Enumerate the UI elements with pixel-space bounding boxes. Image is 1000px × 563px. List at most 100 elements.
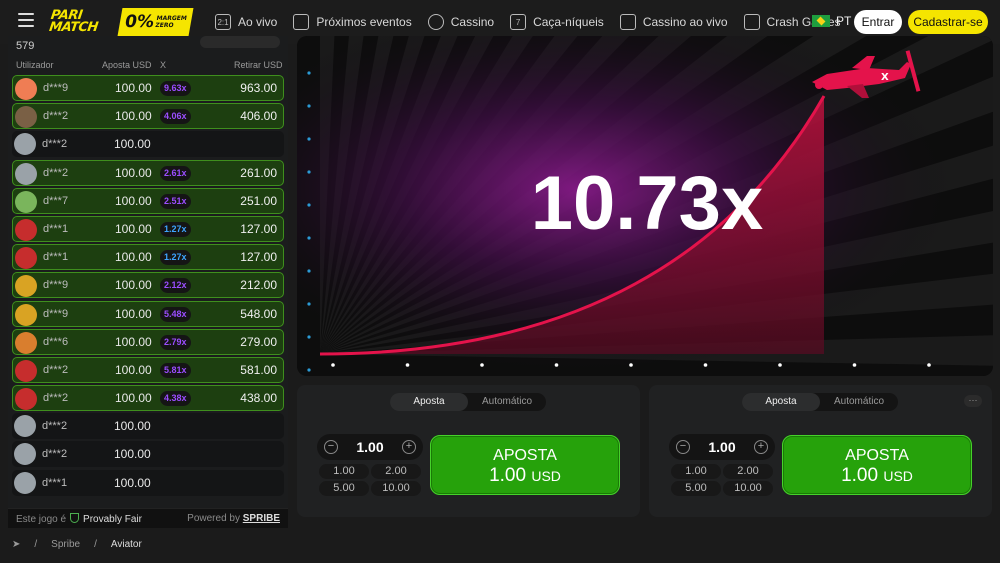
nav-label: Próximos eventos <box>316 15 412 29</box>
place-bet-button[interactable]: APOSTA 1.00 USD <box>430 435 620 495</box>
parimatch-logo[interactable]: PARI MATCH 0% MARGEM ZERO <box>48 8 194 36</box>
tab-auto[interactable]: Automático <box>820 393 898 411</box>
bet-amount: 100.00 <box>115 334 152 349</box>
avatar <box>15 275 37 298</box>
live-icon: 2:1 <box>215 14 231 30</box>
avatar <box>15 331 37 354</box>
bet-amount: 100.00 <box>115 221 152 236</box>
cashout-multiplier: 4.06x <box>160 109 191 125</box>
quick-amount-button[interactable]: 1.00 <box>671 464 721 479</box>
bet-amount: 100.00 <box>114 419 151 434</box>
bets-list-panel: 579 Utilizador Aposta USD X Retirar USD … <box>8 36 288 528</box>
avatar <box>15 162 37 185</box>
register-button[interactable]: Cadastrar-se <box>908 10 988 34</box>
breadcrumb: ➤ / Spribe / Aviator <box>12 539 156 550</box>
bet-row: d***1 100.00 1.27x 127.00 <box>12 244 284 271</box>
cashout-amount: 963.00 <box>240 81 277 95</box>
bet-button-value: 1.00 <box>841 465 879 486</box>
bets-filter-toggle[interactable] <box>200 36 280 48</box>
user-name: d***1 <box>43 222 69 235</box>
language-code: PT <box>836 14 852 28</box>
quick-amount-button[interactable]: 2.00 <box>723 464 773 479</box>
x-axis-dot <box>778 363 782 367</box>
quick-amount-button[interactable]: 5.00 <box>671 481 721 496</box>
cashout-multiplier: 2.79x <box>160 334 191 350</box>
x-axis-dot <box>405 363 410 367</box>
bets-rows: d***9 100.00 9.63x 963.00 d***2 100.00 4.06x 40… <box>12 75 284 498</box>
paper-plane-icon[interactable]: ➤ <box>12 539 20 550</box>
brazil-flag-icon <box>812 15 830 27</box>
breadcrumb-spribe[interactable]: Spribe <box>51 539 80 550</box>
quick-amount-button[interactable]: 1.00 <box>319 464 369 479</box>
x-axis-dot <box>331 363 335 367</box>
zero-margin-badge: 0% MARGEM ZERO <box>117 8 194 36</box>
nav-label: Cassino ao vivo <box>642 15 728 29</box>
bet-panel-2: Aposta Automático ··· − 1.00 + 1.00 2.00… <box>649 385 992 517</box>
nav-item-2[interactable]: Cassino <box>427 14 494 30</box>
tab-auto[interactable]: Automático <box>468 393 546 411</box>
badge-percent: 0% <box>123 12 156 32</box>
cashout-amount: 406.00 <box>240 109 277 124</box>
x-axis-dot <box>629 363 633 367</box>
bet-row: d***2 100.00 5.81x 581.00 <box>12 356 284 383</box>
menu-icon[interactable] <box>18 13 34 29</box>
place-bet-amount: 1.00 USD <box>783 465 971 487</box>
y-axis-dot <box>307 335 311 339</box>
plus-icon[interactable]: + <box>754 440 768 454</box>
tab-bet[interactable]: Aposta <box>742 393 820 411</box>
avatar <box>15 78 37 100</box>
y-axis-dot <box>307 71 311 75</box>
tab-bet[interactable]: Aposta <box>390 393 468 411</box>
bet-row: d***9 100.00 2.12x 212.00 <box>12 272 284 299</box>
bet-amount: 100.00 <box>115 306 152 321</box>
powered-by: Powered by SPRIBE <box>187 513 280 524</box>
nav-item-4[interactable]: Cassino ao vivo <box>619 14 728 30</box>
language-selector[interactable]: PT <box>812 14 851 28</box>
cashout-amount: 212.00 <box>240 278 277 293</box>
shield-icon <box>70 513 80 523</box>
y-axis-dot <box>307 203 311 207</box>
cashout-amount: 261.00 <box>240 165 277 180</box>
place-bet-button[interactable]: APOSTA 1.00 USD <box>782 435 972 495</box>
user-name: d***6 <box>43 335 69 348</box>
nav-label: Ao vivo <box>238 15 278 29</box>
y-axis-dot <box>307 368 311 372</box>
user-name: d***1 <box>43 251 69 264</box>
user-name: d***9 <box>43 279 69 292</box>
provably-fair-link[interactable]: Este jogo é Provably Fair <box>16 513 142 525</box>
casino-chip-icon <box>427 14 444 30</box>
quick-amount-button[interactable]: 10.00 <box>371 481 421 496</box>
user-name: d***2 <box>42 420 68 433</box>
bet-row: d***9 100.00 9.63x 963.00 <box>12 75 284 101</box>
quick-amount-button[interactable]: 10.00 <box>723 481 773 496</box>
bet-button-value: 1.00 <box>489 465 527 486</box>
cashout-amount: 127.00 <box>240 221 277 236</box>
bet-row: d***9 100.00 5.48x 548.00 <box>12 300 284 327</box>
spribe-logo: SPRIBE <box>242 513 280 524</box>
bet-amount: 100.00 <box>115 193 152 208</box>
nav-item-0[interactable]: 2:1 Ao vivo <box>215 14 277 30</box>
avatar <box>15 190 37 213</box>
user-name: d***9 <box>43 307 69 320</box>
bet-amount-stepper: − 1.00 + <box>669 434 775 460</box>
cashout-multiplier: 1.27x <box>160 250 191 266</box>
user-name: d***2 <box>43 166 69 179</box>
quick-amount-button[interactable]: 2.00 <box>371 464 421 479</box>
more-options-icon[interactable]: ··· <box>964 395 982 407</box>
nav-item-3[interactable]: 7 Caça-níqueis <box>510 14 604 30</box>
bet-amount: 100.00 <box>114 137 151 152</box>
bet-row: d***2 100.00 4.38x 438.00 <box>12 385 284 412</box>
cashout-amount: 127.00 <box>240 250 277 265</box>
y-axis-dot <box>307 170 311 174</box>
plus-icon[interactable]: + <box>402 440 416 454</box>
provably-fair-label: Provably Fair <box>83 514 142 525</box>
login-button[interactable]: Entrar <box>854 10 902 34</box>
quick-amount-button[interactable]: 5.00 <box>319 481 369 496</box>
avatar <box>15 247 37 270</box>
cashout-multiplier: 5.81x <box>160 362 191 378</box>
x-axis-dot <box>852 363 857 367</box>
current-multiplier: 10.73x <box>531 161 763 246</box>
nav-item-1[interactable]: Próximos eventos <box>293 14 412 30</box>
bet-mode-tabs: Aposta Automático <box>742 393 898 411</box>
cashout-amount: 279.00 <box>240 334 277 349</box>
